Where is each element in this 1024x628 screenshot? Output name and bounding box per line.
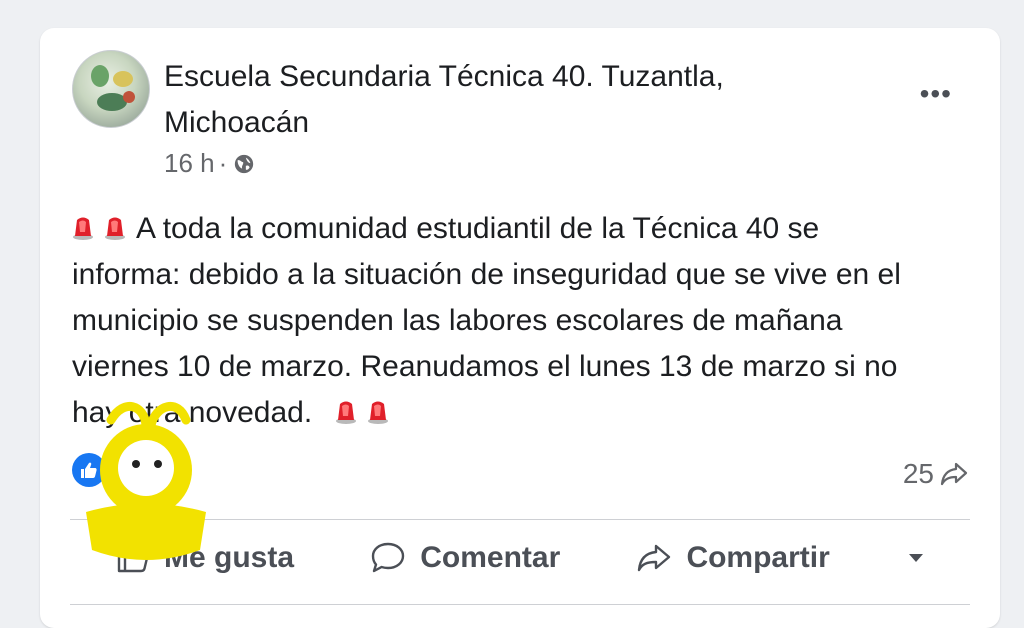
meta-separator: ·	[218, 148, 228, 178]
comment-label: Comentar	[420, 541, 561, 574]
police-light-icon	[335, 401, 356, 424]
post-time[interactable]: 16 h	[164, 148, 215, 179]
action-bar: Me gusta Comentar Compartir	[70, 533, 970, 583]
globe-icon	[235, 154, 254, 173]
post-card: Escuela Secundaria Técnica 40. Tuzantla,…	[40, 28, 1000, 628]
share-summary[interactable]: 25	[903, 458, 968, 490]
reaction-count[interactable]: 19	[116, 454, 147, 486]
post-text-line: A toda la comunidad estudiantil de la Té…	[72, 206, 972, 252]
police-light-icon	[367, 401, 388, 424]
share-icon	[638, 544, 671, 572]
share-label: Compartir	[686, 541, 830, 574]
post-text-line-4: viernes 10 de marzo. Reanudamos el lunes…	[72, 350, 898, 383]
post-text-line-2: informa: debido a la situación de insegu…	[72, 258, 901, 291]
divider	[70, 519, 970, 520]
page-name[interactable]: Escuela Secundaria Técnica 40. Tuzantla,…	[164, 54, 804, 146]
like-label: Me gusta	[164, 541, 295, 574]
audience-menu[interactable]	[896, 543, 950, 573]
police-light-icon	[73, 217, 93, 240]
more-options-icon[interactable]: •••	[920, 78, 952, 110]
police-light-icon	[105, 217, 125, 240]
like-button[interactable]: Me gusta	[106, 533, 304, 583]
share-count[interactable]: 25	[903, 458, 934, 490]
share-arrow-icon	[940, 462, 968, 486]
like-reaction-icon	[72, 453, 106, 487]
post-meta: 16 h ·	[164, 148, 255, 179]
post-text: A toda la comunidad estudiantil de la Té…	[72, 206, 972, 436]
post-text-line: hay otra novedad.	[72, 390, 972, 436]
comment-button[interactable]: Comentar	[360, 533, 570, 583]
reaction-summary[interactable]: 19	[72, 453, 147, 487]
thumbs-up-icon	[117, 543, 149, 573]
page-avatar[interactable]	[72, 50, 150, 128]
caret-down-icon	[908, 554, 923, 562]
post-text-line-1: A toda la comunidad estudiantil de la Té…	[136, 212, 820, 245]
post-text-line-3: municipio se suspenden las labores escol…	[72, 304, 843, 337]
share-button[interactable]: Compartir	[626, 533, 839, 583]
post-text-line-5: hay otra novedad.	[72, 396, 313, 429]
comment-icon	[372, 542, 405, 573]
divider	[70, 604, 970, 605]
